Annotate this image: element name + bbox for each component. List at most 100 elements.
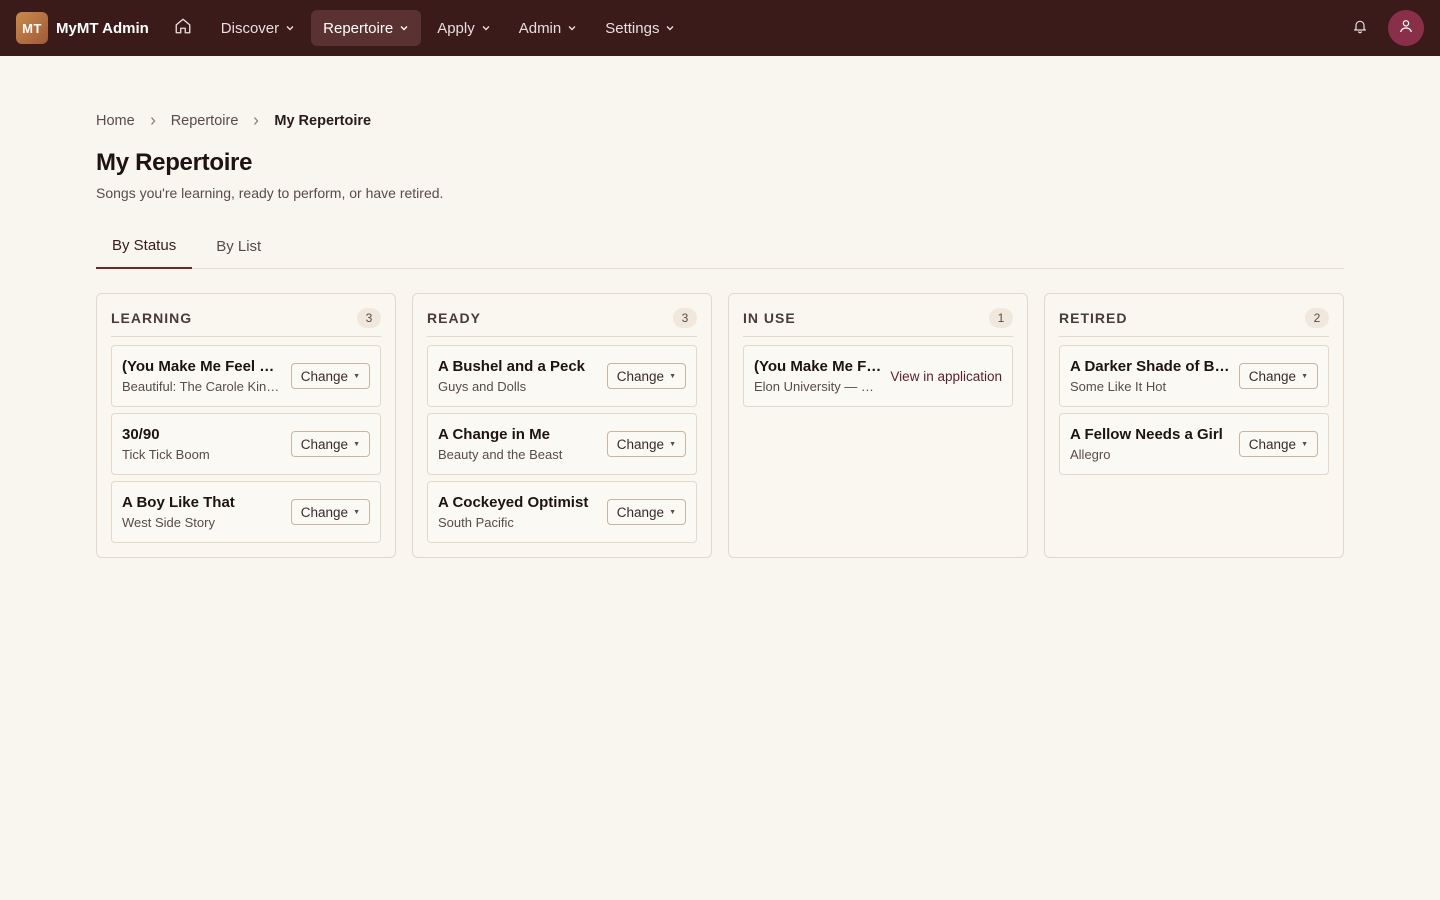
caret-down-icon: ▼ xyxy=(353,440,360,448)
breadcrumb-repertoire[interactable]: Repertoire xyxy=(171,113,239,129)
caret-down-icon: ▼ xyxy=(669,372,676,380)
change-status-button[interactable]: Change ▼ xyxy=(1238,363,1318,389)
chevron-down-icon xyxy=(665,23,675,33)
change-status-button[interactable]: Change ▼ xyxy=(290,363,370,389)
notifications-button[interactable] xyxy=(1342,10,1378,46)
nav-item-label: Admin xyxy=(518,19,562,37)
song-card[interactable]: A Change in Me Beauty and the Beast Chan… xyxy=(427,413,697,475)
song-show: Tick Tick Boom xyxy=(122,447,210,462)
bell-icon xyxy=(1352,18,1368,39)
nav-item-settings[interactable]: Settings xyxy=(593,10,687,46)
brand-logo: MT xyxy=(16,12,48,44)
change-status-button[interactable]: Change ▼ xyxy=(606,363,686,389)
song-card[interactable]: A Darker Shade of Blue Some Like It Hot … xyxy=(1059,345,1329,407)
nav-item-admin[interactable]: Admin xyxy=(507,10,590,46)
song-card-text: A Darker Shade of Blue Some Like It Hot xyxy=(1070,358,1231,394)
song-title: A Darker Shade of Blue xyxy=(1070,358,1231,375)
column-in-use: IN USE 1 (You Make Me Feel Like) A Natur… xyxy=(728,293,1028,558)
caret-down-icon: ▼ xyxy=(353,508,360,516)
song-card-text: A Change in Me Beauty and the Beast xyxy=(438,426,599,462)
brand[interactable]: MT MyMT Admin xyxy=(16,12,149,44)
change-status-button[interactable]: Change ▼ xyxy=(606,431,686,457)
column-title: RETIRED xyxy=(1059,310,1128,326)
song-card[interactable]: (You Make Me Feel Like) A Natural Woman … xyxy=(743,345,1013,407)
nav-item-label: Apply xyxy=(437,19,475,37)
column-header: READY 3 xyxy=(427,308,697,337)
brand-name: MyMT Admin xyxy=(56,19,149,37)
column-count-badge: 1 xyxy=(989,308,1013,328)
song-title: 30/90 xyxy=(122,426,160,443)
song-title: A Boy Like That xyxy=(122,494,235,511)
song-title: (You Make Me Feel Like) A Natural Woman xyxy=(122,358,283,375)
chevron-right-icon xyxy=(251,116,261,126)
song-card[interactable]: A Bushel and a Peck Guys and Dolls Chang… xyxy=(427,345,697,407)
change-label: Change xyxy=(300,504,349,520)
page-subtitle: Songs you're learning, ready to perform,… xyxy=(96,185,444,201)
song-card-text: A Bushel and a Peck Guys and Dolls xyxy=(438,358,599,394)
song-card[interactable]: (You Make Me Feel Like) A Natural Woman … xyxy=(111,345,381,407)
song-card-text: 30/90 Tick Tick Boom xyxy=(122,426,283,462)
chevron-right-icon xyxy=(148,116,158,126)
column-ready: READY 3 A Bushel and a Peck Guys and Dol… xyxy=(412,293,712,558)
column-header: IN USE 1 xyxy=(743,308,1013,337)
nav-item-label: Discover xyxy=(220,19,280,37)
song-show: Allegro xyxy=(1070,447,1111,462)
status-board: LEARNING 3 (You Make Me Feel Like) A Nat… xyxy=(96,293,1344,558)
chevron-down-icon xyxy=(399,23,409,33)
song-title: A Bushel and a Peck xyxy=(438,358,585,375)
song-card-text: (You Make Me Feel Like) A Natural Woman … xyxy=(754,358,882,394)
change-label: Change xyxy=(616,436,665,452)
song-show: Beauty and the Beast xyxy=(438,447,563,462)
song-card[interactable]: A Boy Like That West Side Story Change ▼ xyxy=(111,481,381,543)
change-status-button[interactable]: Change ▼ xyxy=(290,431,370,457)
song-application: Elon University — Musical Theatre xyxy=(754,379,882,394)
change-label: Change xyxy=(616,368,665,384)
change-label: Change xyxy=(1248,368,1297,384)
nav-item-discover[interactable]: Discover xyxy=(209,10,307,46)
song-title: A Change in Me xyxy=(438,426,550,443)
song-show: Some Like It Hot xyxy=(1070,379,1167,394)
song-title: A Cockeyed Optimist xyxy=(438,494,589,511)
song-card[interactable]: A Cockeyed Optimist South Pacific Change… xyxy=(427,481,697,543)
song-show: West Side Story xyxy=(122,515,215,530)
song-card-text: A Fellow Needs a Girl Allegro xyxy=(1070,426,1231,462)
change-status-button[interactable]: Change ▼ xyxy=(290,499,370,525)
user-avatar-button[interactable] xyxy=(1388,10,1424,46)
change-label: Change xyxy=(300,436,349,452)
change-label: Change xyxy=(616,504,665,520)
column-count-badge: 3 xyxy=(357,308,381,328)
change-status-button[interactable]: Change ▼ xyxy=(606,499,686,525)
breadcrumb-home[interactable]: Home xyxy=(96,113,135,129)
song-card[interactable]: 30/90 Tick Tick Boom Change ▼ xyxy=(111,413,381,475)
change-status-button[interactable]: Change ▼ xyxy=(1238,431,1318,457)
song-show: South Pacific xyxy=(438,515,514,530)
caret-down-icon: ▼ xyxy=(669,440,676,448)
nav-item-repertoire[interactable]: Repertoire xyxy=(311,10,422,46)
change-label: Change xyxy=(1248,436,1297,452)
nav-item-label: Settings xyxy=(605,19,660,37)
view-in-application-link[interactable]: View in application xyxy=(890,369,1002,384)
caret-down-icon: ▼ xyxy=(1301,372,1308,380)
column-retired: RETIRED 2 A Darker Shade of Blue Some Li… xyxy=(1044,293,1344,558)
breadcrumb-current: My Repertoire xyxy=(274,113,372,129)
tab-by-status[interactable]: By Status xyxy=(96,227,193,269)
status-tabs: By Status By List xyxy=(96,227,1344,269)
nav-item-apply[interactable]: Apply xyxy=(425,10,503,46)
tab-by-list[interactable]: By List xyxy=(200,227,277,269)
breadcrumb: Home Repertoire My Repertoire xyxy=(96,113,1344,129)
column-title: LEARNING xyxy=(111,310,193,326)
change-label: Change xyxy=(300,368,349,384)
user-icon xyxy=(1398,18,1414,39)
song-card[interactable]: A Fellow Needs a Girl Allegro Change ▼ xyxy=(1059,413,1329,475)
home-icon xyxy=(174,17,192,40)
chevron-down-icon xyxy=(481,23,491,33)
nav-home-button[interactable] xyxy=(165,10,201,46)
top-navbar: MT MyMT Admin Discover Repertoire Apply … xyxy=(0,0,1440,56)
column-title: IN USE xyxy=(743,310,796,326)
song-card-text: A Cockeyed Optimist South Pacific xyxy=(438,494,599,530)
column-learning: LEARNING 3 (You Make Me Feel Like) A Nat… xyxy=(96,293,396,558)
song-card-text: (You Make Me Feel Like) A Natural Woman … xyxy=(122,358,283,394)
chevron-down-icon xyxy=(567,23,577,33)
main-content: Home Repertoire My Repertoire My Reperto… xyxy=(96,56,1344,558)
song-card-text: A Boy Like That West Side Story xyxy=(122,494,283,530)
